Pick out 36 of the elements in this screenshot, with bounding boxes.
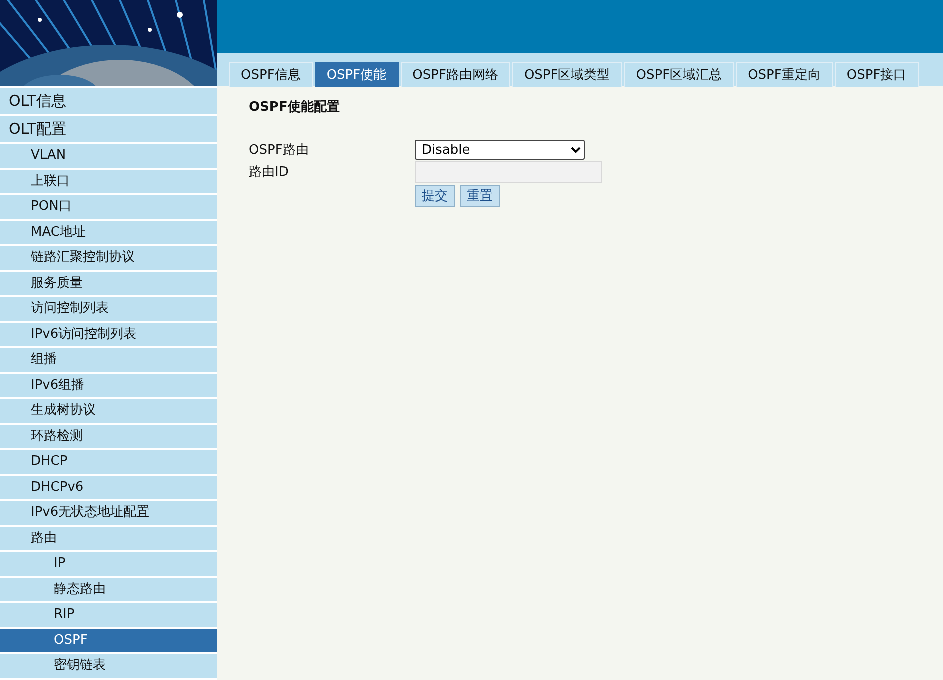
sidebar-item[interactable]: IPv6组播 (0, 374, 217, 397)
sidebar-item[interactable]: 访问控制列表 (0, 297, 217, 320)
sidebar-item[interactable]: 静态路由 (0, 578, 217, 601)
field-label: 路由ID (249, 164, 290, 181)
tab[interactable]: OSPF区域类型 (512, 62, 622, 87)
form-button[interactable]: 提交 (415, 185, 455, 207)
tab[interactable]: OSPF区域汇总 (624, 62, 734, 87)
tab[interactable]: OSPF使能 (314, 62, 399, 87)
sidebar-item[interactable]: 生成树协议 (0, 399, 217, 422)
sidebar-item[interactable]: OLT配置 (0, 116, 217, 142)
field-label: OSPF路由 (249, 142, 310, 159)
sidebar-item[interactable]: 路由 (0, 526, 217, 550)
route-select[interactable]: Disable (415, 140, 585, 160)
sidebar-item[interactable]: 上联口 (0, 170, 217, 193)
sidebar-item[interactable]: 组播 (0, 348, 217, 372)
sidebar-item[interactable]: IPv6访问控制列表 (0, 322, 217, 346)
tab[interactable]: OSPF接口 (834, 62, 919, 87)
sidebar-item[interactable]: DHCPv6 (0, 476, 217, 499)
sidebar-item[interactable]: DHCP (0, 450, 217, 474)
sidebar-item[interactable]: RIP (0, 603, 217, 626)
sidebar-item[interactable]: 环路检测 (0, 424, 217, 448)
tab[interactable]: OSPF路由网络 (400, 62, 510, 87)
sidebar-item[interactable]: 链路汇聚控制协议 (0, 246, 217, 270)
sidebar-item[interactable]: VLAN (0, 144, 217, 168)
sidebar-item[interactable]: MAC地址 (0, 220, 217, 244)
sidebar-item[interactable]: 服务质量 (0, 272, 217, 295)
sidebar-item[interactable]: PON口 (0, 195, 217, 218)
sidebar-item[interactable]: OLT信息 (0, 88, 217, 114)
form-title: OSPF使能配置 (249, 99, 341, 116)
sidebar-item[interactable]: IPv6无状态地址配置 (0, 501, 217, 524)
tab[interactable]: OSPF信息 (229, 62, 313, 87)
tab[interactable]: OSPF重定向 (736, 62, 833, 87)
form-button[interactable]: 重置 (460, 185, 500, 207)
sidebar-item[interactable]: OSPF (0, 628, 217, 652)
sidebar-item[interactable]: IP (0, 552, 217, 576)
sidebar-item[interactable]: 密钥链表 (0, 654, 217, 678)
